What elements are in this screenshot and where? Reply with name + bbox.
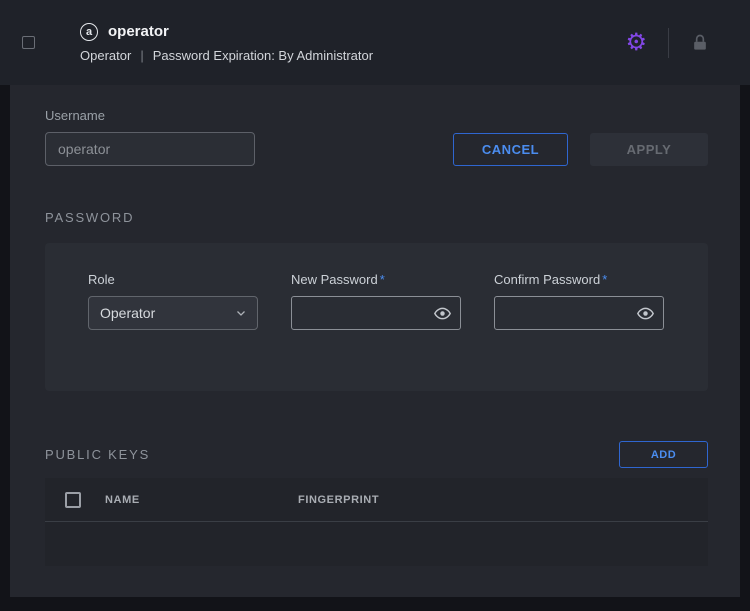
show-password-icon[interactable] — [636, 304, 655, 323]
confirm-password-box — [494, 296, 664, 330]
confirm-password-field-group: Confirm Password* — [494, 272, 664, 330]
required-asterisk: * — [602, 272, 607, 287]
cancel-button[interactable]: CANCEL — [453, 133, 568, 166]
role-select[interactable]: Operator — [88, 296, 258, 330]
lock-icon — [690, 33, 710, 53]
column-header-fingerprint: FINGERPRINT — [298, 494, 379, 506]
user-edit-card: Username CANCEL APPLY PASSWORD Role Oper… — [10, 85, 740, 597]
username-label: Username — [45, 108, 255, 123]
public-keys-table: NAME FINGERPRINT — [45, 478, 708, 566]
new-password-label-text: New Password — [291, 272, 378, 287]
form-actions: CANCEL APPLY — [453, 133, 708, 166]
apply-button[interactable]: APPLY — [590, 133, 708, 166]
user-title-block: a operator Operator | Password Expiratio… — [80, 23, 373, 63]
new-password-field-group: New Password* — [291, 272, 461, 330]
role-select-value: Operator — [100, 305, 155, 321]
confirm-password-label-text: Confirm Password — [494, 272, 600, 287]
user-avatar-icon: a — [80, 23, 98, 41]
username-row: Username CANCEL APPLY — [45, 108, 708, 166]
page-title: operator — [108, 23, 169, 40]
chevron-down-icon — [235, 307, 247, 319]
public-keys-table-header: NAME FINGERPRINT — [45, 478, 708, 522]
header-divider — [668, 28, 669, 58]
select-all-checkbox[interactable] — [65, 492, 81, 508]
public-keys-section-title: PUBLIC KEYS — [45, 447, 150, 462]
public-keys-header-row: PUBLIC KEYS ADD — [45, 441, 708, 468]
add-public-key-button[interactable]: ADD — [619, 441, 708, 468]
required-asterisk: * — [380, 272, 385, 287]
gear-icon[interactable]: ⚙ — [625, 31, 647, 55]
username-input[interactable] — [45, 132, 255, 166]
breadcrumb-separator: | — [140, 48, 143, 63]
column-header-name: NAME — [105, 494, 298, 506]
password-section-title: PASSWORD — [45, 210, 708, 225]
new-password-box — [291, 296, 461, 330]
header-actions: ⚙ — [625, 28, 710, 58]
breadcrumb-expiration: Password Expiration: By Administrator — [153, 48, 373, 63]
show-password-icon[interactable] — [433, 304, 452, 323]
password-panel: Role Operator New Password* — [45, 243, 708, 391]
username-field-group: Username — [45, 108, 255, 166]
new-password-input[interactable] — [296, 297, 433, 329]
role-label: Role — [88, 272, 258, 287]
role-field-group: Role Operator — [88, 272, 258, 330]
new-password-label: New Password* — [291, 272, 461, 287]
public-keys-empty-row — [45, 522, 708, 566]
confirm-password-label: Confirm Password* — [494, 272, 664, 287]
select-row-checkbox[interactable] — [22, 36, 35, 49]
breadcrumb: Operator | Password Expiration: By Admin… — [80, 48, 373, 63]
breadcrumb-role: Operator — [80, 48, 131, 63]
confirm-password-input[interactable] — [499, 297, 636, 329]
user-header: a operator Operator | Password Expiratio… — [0, 0, 750, 85]
